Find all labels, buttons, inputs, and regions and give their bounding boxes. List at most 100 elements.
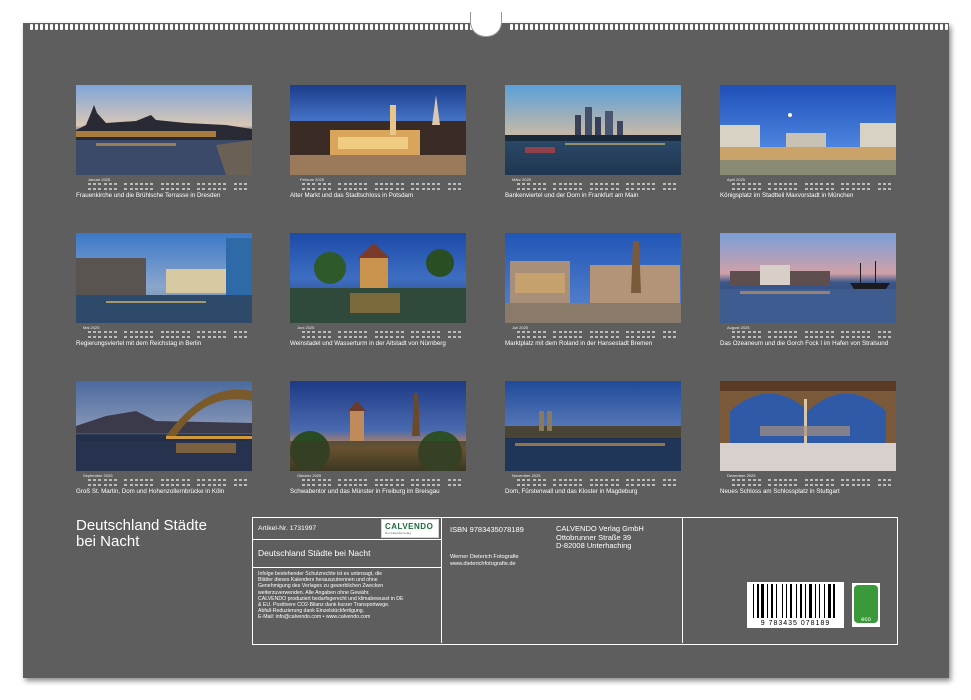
spiral-ring — [630, 24, 633, 30]
day-mark — [88, 331, 91, 333]
day-mark — [181, 188, 185, 190]
day-mark — [631, 331, 635, 333]
day-mark — [563, 479, 567, 481]
day-mark — [380, 336, 383, 338]
spiral-ring — [930, 24, 933, 30]
day-mark — [307, 188, 311, 190]
day-mark — [784, 183, 787, 185]
day-mark — [218, 183, 221, 185]
spiral-ring — [935, 24, 938, 30]
day-mark — [610, 188, 614, 190]
day-mark — [134, 479, 138, 481]
day-mark — [610, 336, 614, 338]
day-mark — [218, 336, 221, 338]
day-mark — [532, 336, 536, 338]
month-label-april: April 2025 — [727, 177, 746, 182]
day-mark — [558, 484, 562, 486]
day-mark — [574, 183, 578, 185]
day-mark — [856, 479, 860, 481]
day-mark — [93, 183, 97, 185]
day-mark — [197, 336, 201, 338]
spiral-ring — [765, 24, 768, 30]
spiral-ring — [595, 24, 598, 30]
spiral-ring — [215, 24, 218, 30]
day-mark — [207, 188, 211, 190]
spiral-ring — [60, 24, 63, 30]
barcode-bar — [756, 584, 759, 618]
day-mark — [93, 188, 97, 190]
day-mark — [846, 479, 850, 481]
day-mark — [207, 331, 211, 333]
day-mark — [820, 183, 824, 185]
spiral-ring — [735, 24, 738, 30]
day-mark — [752, 331, 756, 333]
day-mark — [517, 484, 520, 486]
day-mark — [667, 188, 671, 190]
day-mark — [673, 331, 676, 333]
day-mark — [636, 188, 640, 190]
barcode-number: 9 783435 078189 — [760, 620, 831, 627]
day-mark — [437, 484, 441, 486]
spiral-ring — [555, 24, 558, 30]
day-mark — [527, 336, 531, 338]
day-mark — [626, 183, 630, 185]
day-mark — [600, 188, 604, 190]
day-mark — [452, 331, 456, 333]
day-mark — [437, 479, 441, 481]
day-mark — [626, 484, 630, 486]
day-mark — [129, 484, 133, 486]
day-mark — [93, 479, 97, 481]
spiral-ring — [365, 24, 368, 30]
spiral-ring — [130, 24, 133, 30]
day-mark — [600, 484, 604, 486]
day-mark — [641, 331, 645, 333]
day-mark — [773, 484, 777, 486]
day-mark — [737, 188, 741, 190]
day-mark — [458, 484, 461, 486]
day-mark — [166, 336, 169, 338]
day-mark — [517, 331, 520, 333]
spiral-ring — [435, 24, 438, 30]
day-mark — [343, 484, 347, 486]
day-mark — [343, 183, 347, 185]
day-mark — [789, 484, 793, 486]
thumbnail-october — [290, 381, 466, 471]
day-mark — [328, 331, 331, 333]
spiral-ring — [550, 24, 553, 30]
barcode-bar — [824, 584, 825, 618]
spiral-ring — [450, 24, 453, 30]
day-mark — [421, 479, 425, 481]
day-mark — [794, 188, 798, 190]
day-mark — [421, 331, 425, 333]
day-mark — [569, 336, 572, 338]
day-mark — [395, 336, 399, 338]
day-mark — [88, 183, 91, 185]
day-mark — [610, 484, 614, 486]
day-mark — [302, 336, 305, 338]
spiral-ring — [770, 24, 773, 30]
day-mark — [160, 479, 164, 481]
day-mark — [359, 331, 363, 333]
day-mark — [98, 336, 102, 338]
day-mark — [815, 331, 819, 333]
spiral-ring — [720, 24, 723, 30]
day-mark — [846, 336, 850, 338]
day-mark — [532, 183, 536, 185]
day-mark — [789, 331, 793, 333]
day-mark — [197, 479, 201, 481]
day-mark — [202, 183, 206, 185]
day-mark — [784, 484, 787, 486]
day-mark — [354, 183, 357, 185]
day-mark — [348, 331, 352, 333]
day-mark — [615, 484, 619, 486]
day-mark — [385, 188, 389, 190]
day-mark — [667, 336, 671, 338]
spiral-ring — [310, 24, 313, 30]
day-mark — [108, 484, 112, 486]
day-mark — [641, 183, 645, 185]
day-mark — [364, 188, 368, 190]
day-mark — [517, 183, 520, 185]
day-mark — [595, 336, 598, 338]
spiral-ring — [690, 24, 693, 30]
day-mark — [140, 336, 143, 338]
